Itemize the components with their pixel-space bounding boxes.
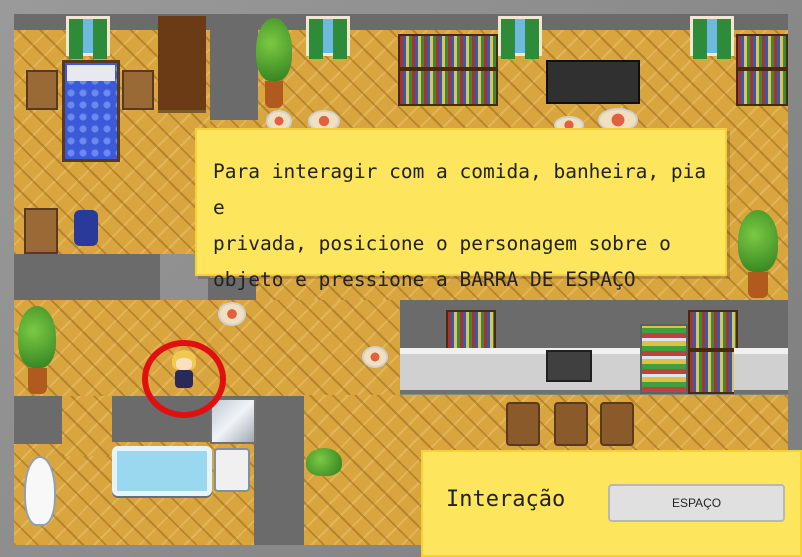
toilet — [24, 456, 56, 526]
office-chair — [74, 210, 98, 246]
food-plate — [218, 302, 246, 326]
window-icon — [66, 16, 110, 59]
fridge — [640, 324, 688, 394]
desk — [24, 208, 58, 254]
food-plate — [362, 346, 388, 368]
plant-icon — [738, 210, 778, 298]
instruction-dialog: Para interagir com a comida, banheira, p… — [195, 128, 727, 291]
kitchen-stool — [506, 402, 540, 446]
floor-corridor — [62, 396, 112, 456]
nightstand — [26, 70, 58, 110]
nightstand — [122, 70, 154, 110]
space-key-button[interactable]: ESPAÇO — [608, 484, 785, 522]
interaction-label: Interação — [446, 487, 566, 512]
wardrobe — [158, 16, 206, 113]
bed — [62, 60, 120, 162]
bathtub — [112, 446, 212, 496]
plant-icon — [306, 448, 342, 488]
wall-bedroom-right — [210, 14, 258, 120]
instruction-text: Para interagir com a comida, banheira, p… — [213, 160, 707, 291]
tv-stand — [546, 60, 640, 104]
wall-bath-right — [254, 442, 304, 545]
plant-icon — [18, 306, 56, 394]
bookshelf — [398, 34, 498, 106]
kitchen-counter — [734, 348, 788, 394]
window-icon — [690, 16, 734, 59]
kitchen-stool — [554, 402, 588, 446]
wall-bath-left — [14, 396, 62, 444]
sink — [214, 448, 250, 492]
kitchen-stool — [600, 402, 634, 446]
stove — [546, 350, 592, 382]
wall-bedroom-bottom — [14, 254, 160, 300]
mirror — [210, 398, 256, 444]
plant-icon — [256, 18, 292, 108]
window-icon — [306, 16, 350, 59]
bookshelf — [736, 34, 788, 106]
kitchen-counter — [400, 348, 640, 394]
window-icon — [498, 16, 542, 59]
pantry-shelf — [688, 310, 738, 394]
interaction-panel: Interação ESPAÇO — [421, 450, 802, 557]
player-highlight-ring — [142, 340, 226, 418]
wall-top — [14, 14, 788, 30]
